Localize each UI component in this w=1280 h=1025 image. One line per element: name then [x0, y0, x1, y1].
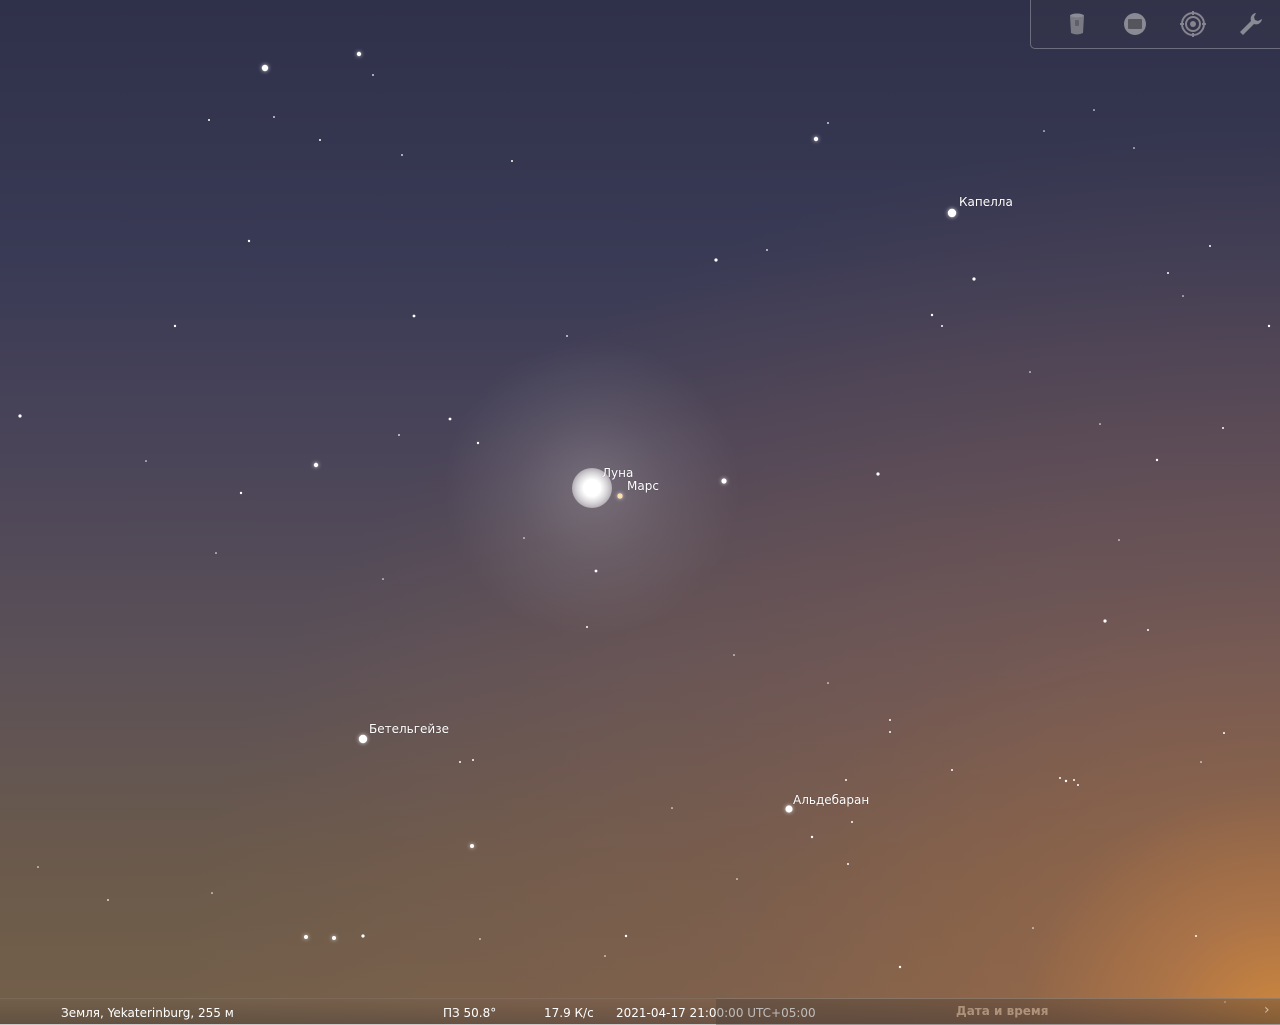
- star[interactable]: [972, 277, 976, 281]
- star[interactable]: [37, 866, 39, 868]
- sky-culture-icon[interactable]: [1063, 10, 1091, 38]
- star[interactable]: [1200, 761, 1202, 763]
- star[interactable]: [304, 935, 308, 939]
- star[interactable]: [372, 74, 374, 76]
- star[interactable]: [1195, 935, 1197, 937]
- star[interactable]: [604, 955, 606, 957]
- star[interactable]: [18, 414, 22, 418]
- star[interactable]: [766, 249, 768, 251]
- star[interactable]: [1167, 272, 1169, 274]
- location-target-icon[interactable]: [1179, 10, 1207, 38]
- star[interactable]: [1118, 539, 1120, 541]
- status-fov: ПЗ 50.8°: [443, 1006, 497, 1020]
- star[interactable]: [313, 462, 319, 468]
- star[interactable]: [1043, 130, 1045, 132]
- star[interactable]: [356, 51, 362, 57]
- star[interactable]: [785, 805, 793, 813]
- label-betelgeuse[interactable]: Бетельгейзе: [369, 722, 449, 736]
- star[interactable]: [1103, 619, 1107, 623]
- star[interactable]: [827, 122, 829, 124]
- date-time-panel-title[interactable]: Дата и время: [956, 1004, 1048, 1018]
- star[interactable]: [382, 578, 384, 580]
- star[interactable]: [847, 863, 849, 865]
- star[interactable]: [211, 892, 213, 894]
- star[interactable]: [215, 552, 217, 554]
- star[interactable]: [107, 899, 109, 901]
- label-capella[interactable]: Капелла: [959, 195, 1013, 209]
- star[interactable]: [470, 844, 474, 848]
- star[interactable]: [1032, 927, 1034, 929]
- star[interactable]: [273, 116, 275, 118]
- label-moon[interactable]: Луна: [602, 466, 633, 480]
- star[interactable]: [401, 154, 403, 156]
- star[interactable]: [947, 208, 957, 218]
- star[interactable]: [511, 160, 513, 162]
- star[interactable]: [736, 878, 738, 880]
- star[interactable]: [472, 759, 474, 761]
- star[interactable]: [1133, 147, 1135, 149]
- label-aldebaran[interactable]: Альдебаран: [793, 793, 869, 807]
- star[interactable]: [412, 314, 416, 318]
- panel-expand-arrow-icon[interactable]: ›: [1264, 1002, 1270, 1018]
- label-mars[interactable]: Марс: [627, 479, 659, 493]
- star[interactable]: [951, 769, 953, 771]
- star[interactable]: [624, 934, 628, 938]
- settings-wrench-icon[interactable]: [1237, 10, 1265, 38]
- star[interactable]: [459, 761, 461, 763]
- view-window-icon[interactable]: [1121, 10, 1149, 38]
- star[interactable]: [1222, 427, 1224, 429]
- star[interactable]: [930, 313, 934, 317]
- star[interactable]: [361, 934, 365, 938]
- star[interactable]: [566, 335, 568, 337]
- star[interactable]: [714, 258, 718, 262]
- status-fps: 17.9 К/с: [544, 1006, 594, 1020]
- status-location[interactable]: Земля, Yekaterinburg, 255 м: [61, 1006, 234, 1020]
- star[interactable]: [851, 821, 853, 823]
- star[interactable]: [845, 779, 847, 781]
- star[interactable]: [889, 731, 891, 733]
- star[interactable]: [733, 654, 735, 656]
- star[interactable]: [239, 491, 243, 495]
- top-right-toolbar: [1030, 0, 1280, 49]
- star[interactable]: [1147, 629, 1149, 631]
- star[interactable]: [208, 119, 210, 121]
- star[interactable]: [1029, 371, 1031, 373]
- star[interactable]: [398, 434, 400, 436]
- star[interactable]: [1059, 777, 1061, 779]
- star[interactable]: [261, 64, 269, 72]
- star[interactable]: [1182, 295, 1184, 297]
- star[interactable]: [827, 682, 829, 684]
- star[interactable]: [1223, 732, 1225, 734]
- star[interactable]: [1155, 458, 1159, 462]
- star[interactable]: [332, 936, 336, 940]
- star[interactable]: [889, 719, 891, 721]
- star[interactable]: [898, 965, 902, 969]
- star[interactable]: [1099, 423, 1101, 425]
- star[interactable]: [1064, 779, 1068, 783]
- star[interactable]: [810, 835, 814, 839]
- star[interactable]: [1209, 245, 1211, 247]
- star[interactable]: [145, 460, 147, 462]
- star[interactable]: [813, 136, 819, 142]
- star[interactable]: [671, 807, 673, 809]
- star[interactable]: [319, 139, 321, 141]
- star[interactable]: [1077, 784, 1079, 786]
- star[interactable]: [1093, 109, 1095, 111]
- star[interactable]: [479, 938, 481, 940]
- star[interactable]: [358, 734, 368, 744]
- star[interactable]: [1073, 779, 1075, 781]
- star[interactable]: [173, 324, 177, 328]
- star[interactable]: [247, 239, 251, 243]
- star[interactable]: [448, 417, 452, 421]
- date-time-panel[interactable]: Дата и время ›: [716, 998, 1280, 1025]
- star[interactable]: [1267, 324, 1271, 328]
- star[interactable]: [941, 325, 943, 327]
- star[interactable]: [876, 472, 880, 476]
